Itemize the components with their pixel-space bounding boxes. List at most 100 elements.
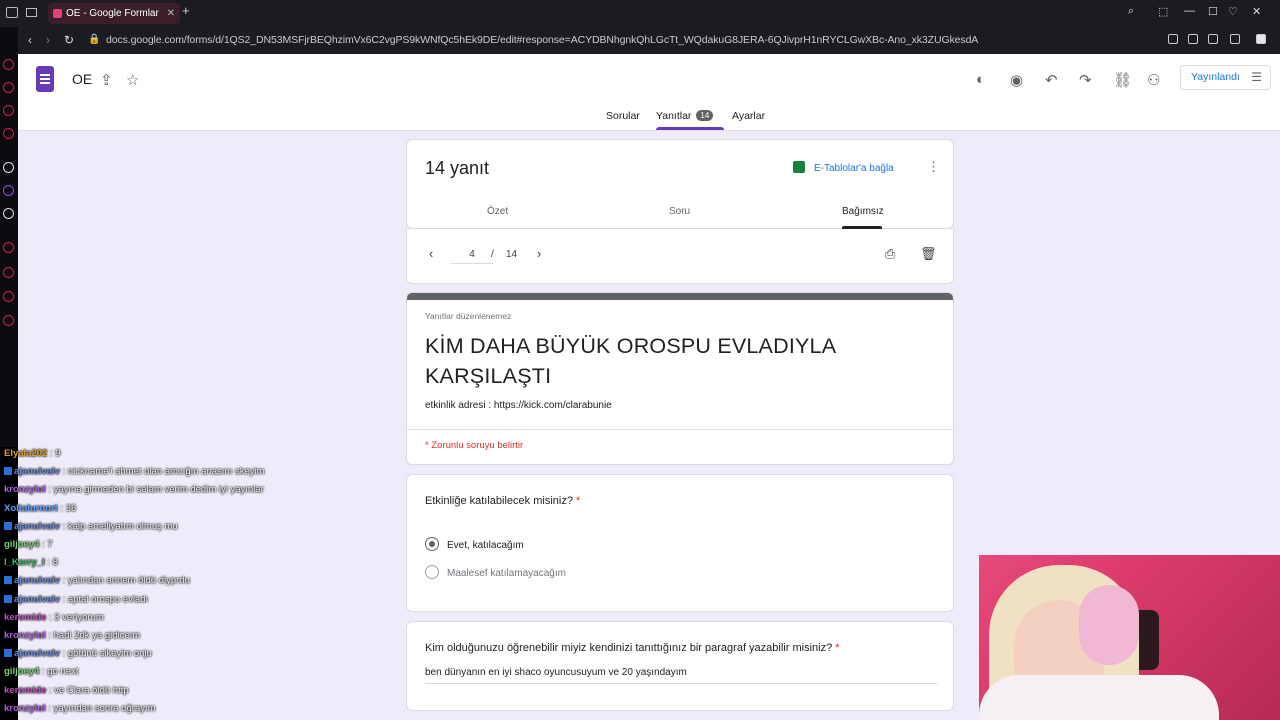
chat-text: : nickname'i ahmet olan amcığın anasını … (59, 466, 265, 478)
close-tab-icon[interactable]: ✕ (167, 3, 175, 24)
tab-question[interactable]: Soru (669, 206, 690, 217)
radio-unchecked-icon[interactable] (425, 565, 439, 579)
response-index-input[interactable]: 4 (451, 246, 493, 264)
preview-eye-icon[interactable]: ◉ (1010, 71, 1023, 89)
radio-checked-icon[interactable] (425, 537, 439, 551)
chat-message: ajanulvalv : yalından annem öldü diyprdu (4, 575, 190, 586)
tab-overview-icon[interactable] (26, 8, 37, 17)
form-description: etkinlik adresi : https://kick.com/clara… (425, 400, 612, 411)
chat-text: : hadi 2dk ya gidiceım (45, 630, 141, 641)
heart-icon[interactable]: ♡ (1228, 5, 1238, 18)
tab-questions[interactable]: Sorular (606, 110, 640, 122)
chat-username: ajanulvalv (14, 520, 60, 532)
chat-message: giljoey4 : 7 (4, 539, 53, 550)
redo-icon[interactable]: ↷ (1079, 71, 1092, 89)
play-icon[interactable] (1208, 34, 1218, 44)
publish-label: Yayınlandı (1191, 71, 1240, 83)
next-response-icon[interactable]: › (537, 246, 541, 261)
back-icon[interactable]: ‹ (28, 33, 32, 47)
previous-response-icon[interactable]: ‹ (429, 246, 433, 261)
app-icon[interactable] (3, 128, 14, 139)
browser-tabbar: OE - Google Formlar ✕ + ⌕ ⬚ — ☐ ♡ ✕ (0, 0, 1280, 27)
chat-text: : go next (39, 666, 79, 678)
tiktok-icon[interactable] (3, 162, 14, 173)
chat-badge-icon (4, 649, 12, 658)
app-icon[interactable] (3, 59, 14, 70)
form-title: KİM DAHA BÜYÜK OROSPU EVLADIYLA KARŞILAŞ… (425, 334, 836, 388)
address-bar: ‹ › ↻ 🔒 docs.google.com/forms/d/1QS2_DN5… (18, 27, 1280, 54)
question-card-attendance: Etkinliğe katılabilecek misiniz? * Evet,… (406, 474, 954, 612)
pager-separator: / (491, 249, 494, 260)
url-input[interactable]: docs.google.com/forms/d/1QS2_DN53MSFjrBE… (106, 34, 978, 46)
undo-icon[interactable]: ↶ (1045, 71, 1058, 89)
webcam-shirt (979, 675, 1219, 720)
radio-option-yes[interactable]: Evet, katılacağım (425, 537, 524, 551)
divider (407, 429, 953, 430)
app-icon[interactable] (3, 82, 14, 93)
app-icon[interactable] (3, 105, 14, 116)
screenshot-icon[interactable] (1188, 34, 1198, 44)
doc-title[interactable]: OE (72, 71, 92, 87)
maximize-icon[interactable]: ☐ (1208, 5, 1218, 18)
browser-tab[interactable]: OE - Google Formlar ✕ (48, 3, 180, 24)
app-icon[interactable] (3, 291, 14, 302)
answer-text: ben dünyanın en iyi shaco oyuncusuyum ve… (425, 667, 937, 684)
chat-username: keromide (4, 684, 47, 696)
chat-username: kronzylol (4, 484, 46, 496)
extension-icon[interactable] (1256, 34, 1266, 44)
required-note: * Zorunlu soruyu belirtir (425, 440, 524, 451)
minimize-icon[interactable]: — (1184, 5, 1195, 17)
question-title: Etkinliğe katılabilecek misiniz? * (425, 495, 580, 507)
sidebar-toggle-icon[interactable] (6, 7, 18, 18)
link-icon[interactable]: ⛓ (1113, 71, 1132, 89)
option-label: Evet, katılacağım (447, 540, 524, 551)
x-icon[interactable] (3, 208, 14, 219)
chat-message: ajanulvalv : nickname'i ahmet olan amcığ… (4, 466, 265, 477)
star-icon[interactable]: ☆ (126, 71, 139, 89)
chat-username: giljoey4 (4, 666, 40, 678)
tune-icon: ☰ (1251, 70, 1262, 84)
delete-icon[interactable]: 🗑 (920, 246, 937, 262)
close-window-icon[interactable]: ✕ (1252, 5, 1261, 18)
more-options-icon[interactable]: ⋮ (927, 159, 940, 175)
chat-username: kronzylol (4, 702, 46, 714)
move-to-drive-icon[interactable]: ⇪ (100, 71, 113, 89)
forms-logo-icon[interactable] (36, 66, 54, 92)
app-icon[interactable] (3, 242, 14, 253)
bookmark-icon[interactable] (1168, 34, 1178, 44)
browser-tab-title: OE - Google Formlar (66, 8, 159, 19)
screen: OE - Google Formlar ✕ + ⌕ ⬚ — ☐ ♡ ✕ ‹ › … (0, 0, 1280, 720)
print-icon[interactable]: ⎙ (885, 246, 895, 262)
response-view-tabs: Özet Soru Bağımsız (407, 206, 953, 230)
chat-text: : kalp ameliyatım olmuş mu (59, 520, 178, 532)
tab-summary[interactable]: Özet (487, 206, 508, 217)
responses-card: 14 yanıt E-Tablolar'a bağla ⋮ Özet Soru … (406, 139, 954, 230)
chat-username: I_Kerry_I (4, 557, 45, 569)
gear-icon[interactable] (3, 315, 14, 326)
clock-icon[interactable] (3, 267, 14, 278)
new-tab-button[interactable]: + (182, 3, 190, 18)
question-text: Etkinliğe katılabilecek misiniz? (425, 495, 573, 507)
lock-icon: 🔒 (88, 34, 101, 45)
window-icon[interactable]: ⬚ (1158, 5, 1168, 18)
link-to-sheets-button[interactable]: E-Tablolar'a bağla (793, 161, 894, 174)
responses-count-badge: 14 (696, 110, 714, 121)
publish-button[interactable]: Yayınlandı ☰ (1180, 65, 1271, 90)
question-text: Kim olduğunuzu öğrenebilir miyiz kendini… (425, 642, 833, 654)
chat-message: giljoey4 : go next (4, 666, 78, 677)
reload-icon[interactable]: ↻ (64, 33, 74, 47)
search-icon[interactable]: ⌕ (1128, 5, 1134, 18)
forward-icon[interactable]: › (46, 33, 50, 47)
tab-settings[interactable]: Ayarlar (732, 110, 765, 122)
required-star: * (576, 495, 581, 507)
palette-icon[interactable]: ◐ (976, 71, 985, 88)
tab-responses[interactable]: Yanıtlar 14 (656, 110, 714, 122)
twitch-icon[interactable] (3, 185, 14, 196)
add-collaborator-icon[interactable]: ⚇ (1147, 71, 1160, 89)
tab-individual[interactable]: Bağımsız (842, 206, 884, 217)
heart-outline-icon[interactable] (1230, 34, 1240, 44)
chat-message: Elyala202 : 9 (4, 448, 61, 459)
chat-text: : 7 (39, 539, 53, 550)
radio-option-no[interactable]: Maalesef katılamayacağım (425, 565, 566, 579)
tab-responses-label: Yanıtlar (656, 110, 692, 122)
